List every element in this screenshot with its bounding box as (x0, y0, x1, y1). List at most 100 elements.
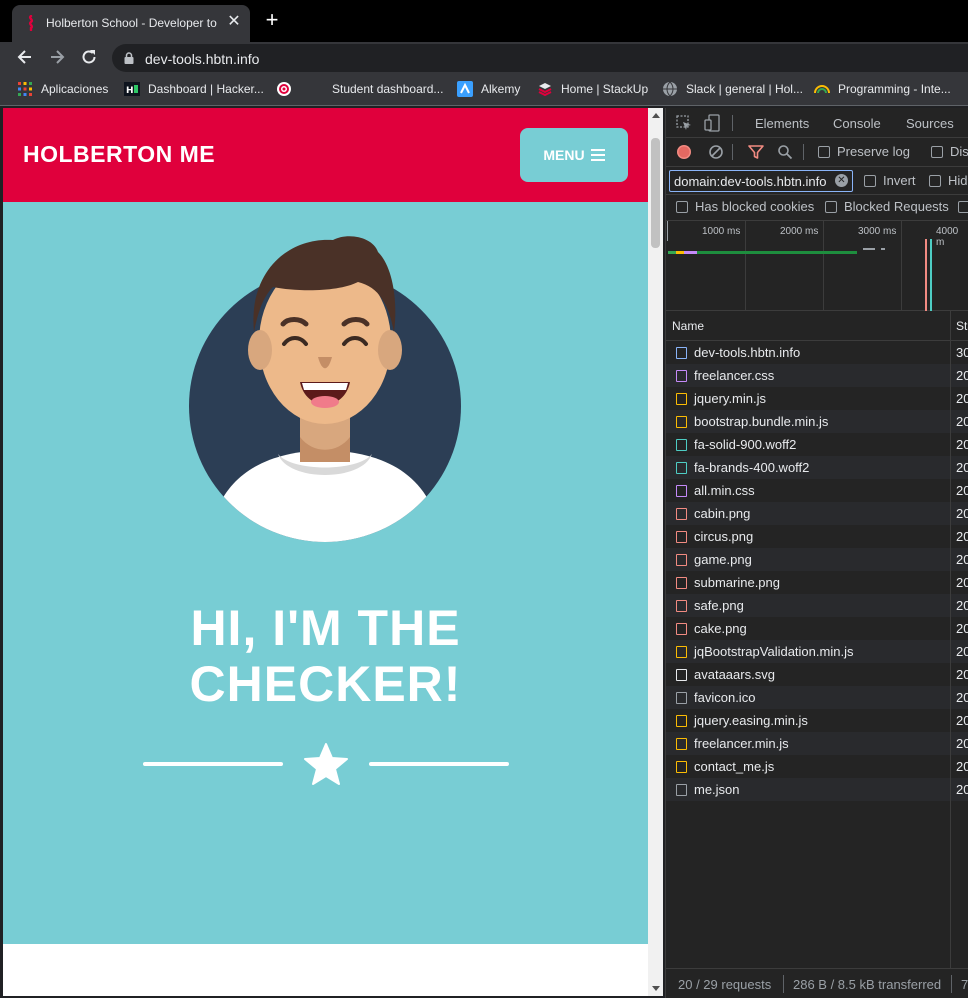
request-name[interactable]: jquery.easing.min.js (694, 713, 808, 728)
request-row[interactable]: bootstrap.bundle.min.js 20 (666, 410, 968, 433)
clear-icon[interactable] (708, 144, 724, 160)
bookmark-slack[interactable]: Slack | general | Hol... (662, 81, 803, 97)
search-icon[interactable] (777, 144, 793, 160)
bookmark-aplicaciones[interactable]: Aplicaciones (17, 81, 108, 97)
tab-elements[interactable]: Elements (755, 116, 809, 131)
request-row[interactable]: avataaars.svg 20 (666, 663, 968, 686)
img-file-icon (676, 531, 687, 543)
site-brand[interactable]: HOLBERTON ME (23, 141, 215, 168)
third-party-checkbox[interactable] (958, 201, 968, 213)
inspect-element-icon[interactable] (676, 115, 692, 131)
blank-icon (308, 81, 324, 97)
request-row[interactable]: game.png 20 (666, 548, 968, 571)
bookmark-hackerrank[interactable]: H Dashboard | Hacker... (124, 81, 264, 97)
request-row[interactable]: cabin.png 20 (666, 502, 968, 525)
request-name[interactable]: submarine.png (694, 575, 780, 590)
request-row[interactable]: dev-tools.hbtn.info 30 (666, 341, 968, 364)
request-name[interactable]: bootstrap.bundle.min.js (694, 414, 828, 429)
request-name[interactable]: fa-brands-400.woff2 (694, 460, 809, 475)
bookmark-stackup[interactable]: Home | StackUp (537, 81, 648, 97)
timeline-marker (667, 221, 668, 241)
request-row[interactable]: jqBootstrapValidation.min.js 20 (666, 640, 968, 663)
request-status: 20 (956, 575, 968, 590)
new-tab-button[interactable]: + (262, 9, 282, 31)
request-name[interactable]: game.png (694, 552, 752, 567)
request-status: 20 (956, 759, 968, 774)
column-name[interactable]: Name (672, 319, 704, 333)
tab-sources[interactable]: Sources (906, 116, 954, 131)
request-row[interactable]: fa-brands-400.woff2 20 (666, 456, 968, 479)
request-name[interactable]: safe.png (694, 598, 744, 613)
request-row[interactable]: submarine.png 20 (666, 571, 968, 594)
request-row[interactable]: favicon.ico 20 (666, 686, 968, 709)
tab-close-icon[interactable]: ✕ (226, 14, 242, 31)
lock-icon[interactable] (122, 51, 136, 65)
scrollbar-thumb[interactable] (651, 138, 660, 248)
request-name[interactable]: favicon.ico (694, 690, 755, 705)
bookmark-alkemy[interactable]: Alkemy (457, 81, 520, 97)
browser-tab[interactable]: Holberton School - Developer to ✕ (12, 5, 250, 42)
request-name[interactable]: cake.png (694, 621, 747, 636)
request-row[interactable]: circus.png 20 (666, 525, 968, 548)
bookmarks-bar: Aplicaciones H Dashboard | Hacker... Stu… (0, 72, 968, 106)
request-name[interactable]: fa-solid-900.woff2 (694, 437, 796, 452)
request-row[interactable]: jquery.easing.min.js 20 (666, 709, 968, 732)
reload-icon[interactable] (79, 47, 99, 67)
hide-data-urls-checkbox[interactable] (929, 175, 941, 187)
preserve-log-checkbox[interactable] (818, 146, 830, 158)
request-row[interactable]: me.json 20 (666, 778, 968, 801)
request-name[interactable]: freelancer.min.js (694, 736, 789, 751)
scroll-up-icon[interactable] (652, 113, 660, 118)
disable-cache-checkbox[interactable] (931, 146, 943, 158)
request-name[interactable]: jqBootstrapValidation.min.js (694, 644, 853, 659)
blocked-requests-label: Blocked Requests (844, 199, 949, 214)
has-blocked-cookies-checkbox[interactable] (676, 201, 688, 213)
request-name[interactable]: dev-tools.hbtn.info (694, 345, 800, 360)
back-arrow-icon[interactable] (15, 47, 35, 67)
request-name[interactable]: jquery.min.js (694, 391, 766, 406)
network-timeline-overview[interactable]: 1000 ms 2000 ms 3000 ms 4000 m (666, 221, 968, 311)
clear-filter-icon[interactable]: ✕ (835, 174, 848, 187)
bookmark-student-dashboard[interactable]: Student dashboard... (308, 81, 443, 97)
request-name[interactable]: circus.png (694, 529, 753, 544)
request-row[interactable]: freelancer.css 20 (666, 364, 968, 387)
tab-console[interactable]: Console (833, 116, 881, 131)
request-name[interactable]: contact_me.js (694, 759, 774, 774)
js-file-icon (676, 715, 687, 727)
menu-button[interactable]: MENU (520, 128, 628, 182)
column-status[interactable]: Sta (956, 319, 968, 333)
img-file-icon (676, 508, 687, 520)
bookmark-target[interactable] (276, 81, 300, 97)
request-row[interactable]: contact_me.js 20 (666, 755, 968, 778)
bookmark-programming[interactable]: Programming - Inte... (814, 81, 951, 97)
url-text[interactable]: dev-tools.hbtn.info (145, 51, 259, 67)
request-status: 20 (956, 437, 968, 452)
blocked-requests-checkbox[interactable] (825, 201, 837, 213)
forward-arrow-icon[interactable] (47, 47, 67, 67)
request-name[interactable]: cabin.png (694, 506, 750, 521)
request-row[interactable]: all.min.css 20 (666, 479, 968, 502)
scroll-down-icon[interactable] (652, 986, 660, 991)
request-row[interactable]: safe.png 20 (666, 594, 968, 617)
device-toolbar-icon[interactable] (704, 114, 720, 132)
filter-icon[interactable] (748, 144, 764, 160)
record-icon[interactable] (676, 144, 692, 160)
request-status: 20 (956, 460, 968, 475)
request-name[interactable]: me.json (694, 782, 740, 797)
column-separator[interactable] (950, 311, 951, 341)
devtools-tabbar: Elements Console Sources (666, 108, 968, 138)
star-icon (304, 743, 348, 785)
request-row[interactable]: fa-solid-900.woff2 20 (666, 433, 968, 456)
request-row[interactable]: cake.png 20 (666, 617, 968, 640)
address-bar[interactable]: dev-tools.hbtn.info (112, 44, 968, 72)
page-scrollbar[interactable] (648, 108, 663, 996)
request-name[interactable]: avataaars.svg (694, 667, 775, 682)
filter-value[interactable]: domain:dev-tools.hbtn.info (674, 174, 826, 189)
bookmark-label: Student dashboard... (332, 82, 444, 96)
request-name[interactable]: freelancer.css (694, 368, 774, 383)
request-name[interactable]: all.min.css (694, 483, 755, 498)
request-row[interactable]: freelancer.min.js 20 (666, 732, 968, 755)
filter-input[interactable]: domain:dev-tools.hbtn.info ✕ (669, 170, 853, 192)
request-row[interactable]: jquery.min.js 20 (666, 387, 968, 410)
invert-checkbox[interactable] (864, 175, 876, 187)
